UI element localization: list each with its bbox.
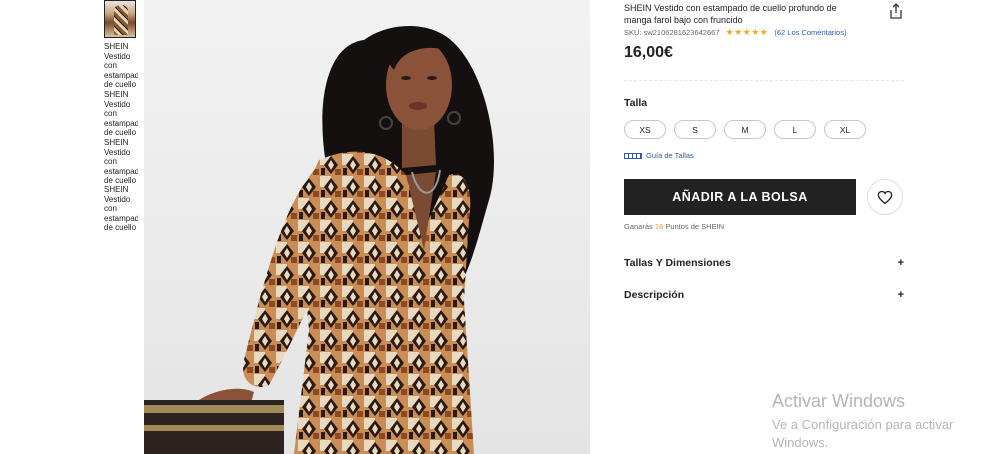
thumbnail-alt-text-4[interactable]: SHEIN Vestido con estampado de cuello [104,185,138,231]
points-prefix: Ganarás [624,222,653,231]
add-to-bag-button[interactable]: AÑADIR A LA BOLSA [624,179,856,215]
size-guide-link[interactable]: Guía de Tallas [624,151,694,160]
accordion-description-label: Descripción [624,289,685,301]
thumbnail-active[interactable] [104,0,136,38]
share-icon[interactable] [888,3,904,19]
rating-stars-icon: ★★★★★ [725,27,769,37]
accordion-sizes-dimensions[interactable]: Tallas Y Dimensiones + [624,257,904,269]
accordion-description[interactable]: Descripción + [624,289,904,301]
product-price: 16,00€ [624,44,673,61]
thumbnail-figure [114,5,128,35]
size-options: XS S M L XL [624,120,866,139]
sku-rating-row: SKU: sw2106281623642667 ★★★★★ (62 Los Co… [624,27,846,38]
wishlist-button[interactable] [867,179,903,215]
thumbnail-alt-text-2[interactable]: SHEIN Vestido con estampado de cuello [104,90,138,136]
model-illustration [144,0,590,454]
size-label: Talla [624,97,648,109]
thumbnail-alt-text-3[interactable]: SHEIN Vestido con estampado de cuello [104,138,138,184]
size-option-s[interactable]: S [674,120,716,139]
size-option-xs[interactable]: XS [624,120,666,139]
windows-activation-subtitle: Ve a Configuración para activar Windows. [772,417,954,450]
divider [624,80,904,81]
points-suffix: Puntos de SHEIN [665,222,725,231]
reviews-link[interactable]: (62 Los Comentarios) [774,28,846,37]
size-option-l[interactable]: L [774,120,816,139]
ruler-icon [624,152,642,159]
accordion-sizes-label: Tallas Y Dimensiones [624,257,731,269]
plus-icon: + [897,257,904,269]
thumbnail-alt-text-1[interactable]: SHEIN Vestido con estampado de cuello [104,42,138,88]
points-value: 16 [654,222,664,231]
plus-icon: + [897,289,904,301]
sku-text: SKU: sw2106281623642667 [624,28,720,37]
size-option-m[interactable]: M [724,120,766,139]
size-guide-label: Guía de Tallas [646,151,694,160]
size-option-xl[interactable]: XL [824,120,866,139]
windows-activation-title: Activar Windows [772,391,906,411]
points-text: Ganarás 16 Puntos de SHEIN [624,222,724,231]
product-main-image [144,0,590,454]
heart-icon [877,190,893,204]
product-title: SHEIN Vestido con estampado de cuello pr… [624,3,837,25]
